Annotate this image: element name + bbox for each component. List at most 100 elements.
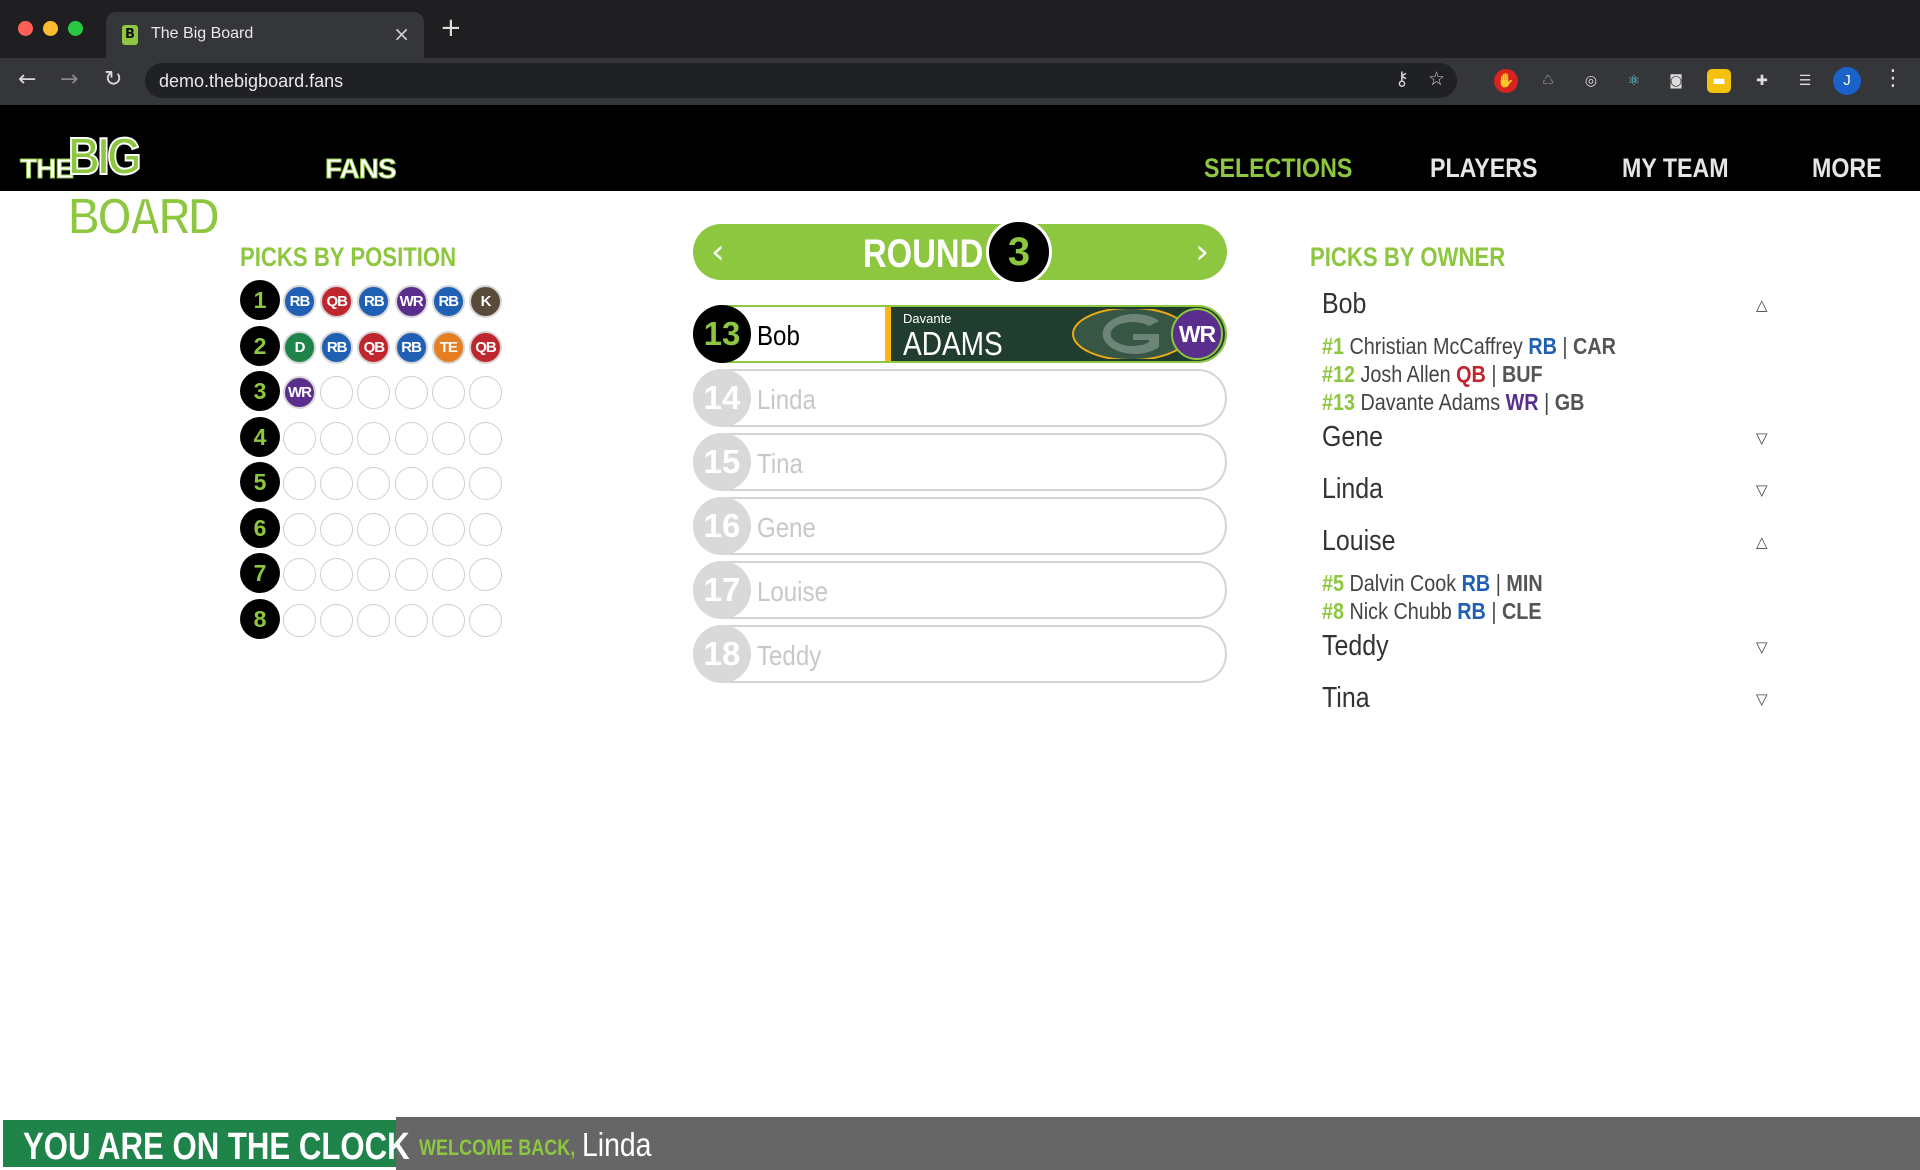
empty-pick-slot [431, 558, 465, 591]
pick-number: 15 [693, 433, 751, 491]
pick-row[interactable]: 17 Louise [693, 561, 1227, 619]
empty-pick-slot [283, 558, 316, 591]
forward-arrow-icon[interactable]: → [60, 66, 78, 94]
separator: | [1490, 570, 1507, 596]
owner-name-louise[interactable]: Louise [1322, 525, 1396, 558]
empty-pick-slot [357, 512, 391, 546]
reload-icon[interactable]: ↻ [104, 66, 122, 94]
round-number-badge: 1 [240, 280, 280, 320]
owner-name-linda[interactable]: Linda [1322, 473, 1383, 506]
nav-my-team[interactable]: MY TEAM [1622, 153, 1729, 184]
position-badge-qb[interactable]: QB [469, 330, 502, 364]
key-icon[interactable]: ⚷ [1395, 68, 1409, 90]
chevron-right-icon[interactable]: › [1195, 232, 1209, 272]
empty-pick-slot [394, 467, 428, 500]
empty-pick-slot [320, 467, 354, 500]
picks-by-position-title: PICKS BY POSITION [240, 242, 457, 272]
owner-pick-item: #12 Josh Allen QB | BUF [1322, 361, 1543, 388]
on-the-clock-text: YOU ARE ON THE CLOCK [23, 1126, 410, 1168]
position-badge-k[interactable]: K [469, 285, 502, 318]
expand-triangle-icon[interactable]: ▽ [1756, 481, 1768, 499]
position-badge-te[interactable]: TE [431, 330, 465, 364]
expand-triangle-icon[interactable]: ▽ [1756, 638, 1768, 656]
tab-title: The Big Board [151, 25, 254, 42]
close-tab-icon[interactable]: × [393, 22, 410, 46]
browser-toolbar: ← → ↻ demo.thebigboard.fans ⚷ ☆ ✋ ♺ ◎ ⚛ … [0, 58, 1920, 105]
close-window-button[interactable] [18, 21, 33, 36]
logo-big-board: BIG BOARD [67, 127, 221, 247]
position-badge-qb[interactable]: QB [320, 285, 354, 318]
position-badge-rb[interactable]: RB [357, 285, 391, 318]
empty-pick-slot [469, 376, 502, 409]
empty-pick-slot [431, 376, 465, 409]
new-tab-icon[interactable]: + [440, 15, 462, 41]
pick-number: 14 [693, 369, 751, 427]
owner-name-tina[interactable]: Tina [1322, 682, 1370, 715]
pick-row[interactable]: 14 Linda [693, 369, 1227, 427]
site-header: THE BIG BOARD FANS SELECTIONS PLAYERS MY… [0, 105, 1920, 247]
round-selector: ‹ ROUND 3 › [693, 219, 1227, 285]
address-bar[interactable]: demo.thebigboard.fans ⚷ ☆ [145, 63, 1457, 98]
extensions-puzzle-icon[interactable]: ✚ [1750, 69, 1774, 93]
pick-row[interactable]: 15 Tina [693, 433, 1227, 491]
pick-number: 17 [693, 561, 751, 619]
position-badge-rb[interactable]: RB [431, 285, 465, 318]
status-footer: YOU ARE ON THE CLOCK WELCOME BACK, Linda [0, 1117, 1920, 1170]
separator: | [1538, 389, 1555, 415]
position-badge-rb[interactable]: RB [283, 285, 316, 318]
notes-extension-icon[interactable]: ▬ [1707, 69, 1731, 93]
nav-selections[interactable]: SELECTIONS [1204, 153, 1352, 184]
target-extension-icon[interactable]: ◎ [1579, 69, 1603, 93]
position-badge-wr[interactable]: WR [283, 376, 316, 409]
empty-pick-slot [283, 512, 316, 546]
owner-name-gene[interactable]: Gene [1322, 421, 1383, 454]
reading-list-icon[interactable]: ☰ [1793, 69, 1817, 93]
empty-pick-slot [394, 603, 428, 637]
position-badge-d[interactable]: D [283, 330, 316, 364]
back-arrow-icon[interactable]: ← [18, 66, 36, 94]
collapse-triangle-icon[interactable]: △ [1756, 533, 1768, 551]
chevron-left-icon[interactable]: ‹ [711, 232, 725, 272]
zoom-window-button[interactable] [68, 21, 83, 36]
pick-owner-name: Bob [757, 320, 800, 351]
position-badge-wr[interactable]: WR [394, 285, 428, 318]
player-name: Dalvin Cook [1344, 570, 1462, 596]
position-badge-rb[interactable]: RB [320, 330, 354, 364]
position-badge-rb[interactable]: RB [394, 330, 428, 364]
position-badge-qb[interactable]: QB [357, 330, 391, 364]
player-name: Christian McCaffrey [1344, 333, 1529, 359]
adblock-extension-icon[interactable]: ✋ [1494, 69, 1518, 93]
pick-row[interactable]: 13 Bob Davante ADAMS WR [693, 305, 1227, 363]
empty-pick-slot [320, 558, 354, 591]
owner-name-teddy[interactable]: Teddy [1322, 630, 1389, 663]
empty-pick-slot [431, 512, 465, 546]
empty-pick-slot [283, 467, 316, 500]
nav-players[interactable]: PLAYERS [1430, 153, 1538, 184]
url-text: demo.thebigboard.fans [159, 71, 344, 91]
player-last-name: ADAMS [903, 325, 1003, 361]
browser-menu-icon[interactable]: ⋮ [1882, 66, 1904, 91]
empty-pick-slot [357, 467, 391, 500]
round-number-badge: 8 [240, 598, 280, 639]
camera-extension-icon[interactable]: ◙ [1664, 69, 1688, 93]
empty-pick-slot [283, 603, 316, 637]
pick-row[interactable]: 16 Gene [693, 497, 1227, 555]
collapse-triangle-icon[interactable]: △ [1756, 296, 1768, 314]
empty-pick-slot [469, 467, 502, 500]
expand-triangle-icon[interactable]: ▽ [1756, 690, 1768, 708]
react-devtools-icon[interactable]: ⚛ [1622, 69, 1646, 93]
separator: | [1485, 361, 1502, 387]
minimize-window-button[interactable] [43, 21, 58, 36]
profile-avatar[interactable]: J [1833, 67, 1861, 95]
browser-tab[interactable]: B The Big Board × [106, 12, 424, 58]
round-number-badge: 5 [240, 462, 280, 502]
expand-triangle-icon[interactable]: ▽ [1756, 429, 1768, 447]
player-name: Davante Adams [1355, 389, 1506, 415]
pick-number: #8 [1322, 598, 1345, 624]
star-icon[interactable]: ☆ [1428, 68, 1445, 90]
owner-name-bob[interactable]: Bob [1322, 288, 1366, 321]
recycle-extension-icon[interactable]: ♺ [1536, 69, 1560, 93]
nav-more[interactable]: MORE [1812, 153, 1882, 184]
selected-player-card[interactable]: Davante ADAMS WR [885, 307, 1225, 361]
pick-row[interactable]: 18 Teddy [693, 625, 1227, 683]
